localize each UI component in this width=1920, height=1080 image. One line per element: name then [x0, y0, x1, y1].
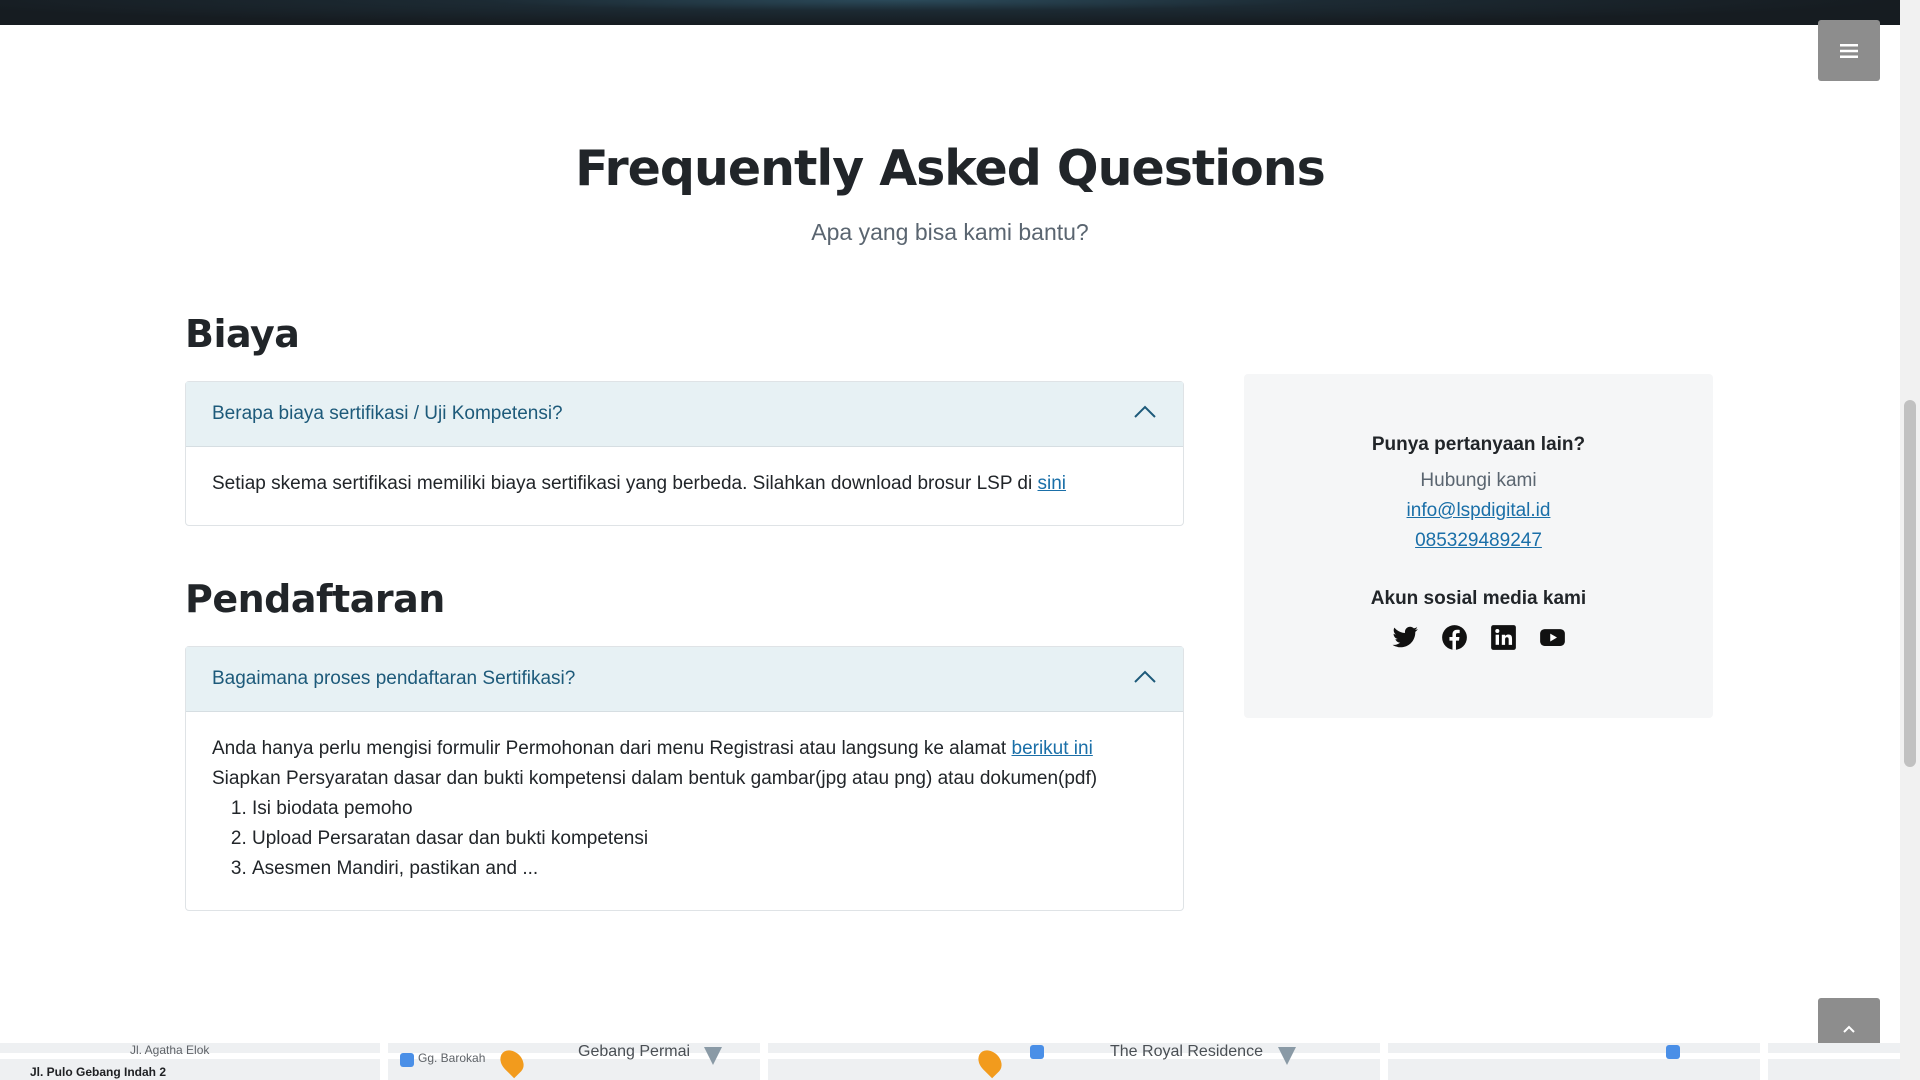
- youtube-icon[interactable]: [1539, 624, 1566, 651]
- section-title-pendaftaran: Pendaftaran: [185, 577, 445, 621]
- map-label: The Royal Residence: [1110, 1043, 1263, 1060]
- faq-accordion-pendaftaran: Bagaimana proses pendaftaran Sertifikasi…: [185, 646, 1184, 911]
- faq-answer-line: Siapkan Persyaratan dasar dan bukti komp…: [212, 768, 1098, 789]
- list-item: Asesmen Mandiri, pastikan and ...: [252, 854, 1157, 884]
- list-item: Isi biodata pemoho: [252, 794, 1157, 824]
- facebook-icon[interactable]: [1441, 624, 1468, 651]
- social-title: Akun sosial media kami: [1370, 588, 1587, 609]
- menu-toggle-button[interactable]: [1818, 20, 1880, 81]
- faq-answer: Setiap skema sertifikasi memiliki biaya …: [186, 447, 1183, 525]
- faq-question-text: Berapa biaya sertifikasi / Uji Kompetens…: [212, 403, 563, 424]
- contact-card: Punya pertanyaan lain? Hubungi kami info…: [1244, 374, 1713, 718]
- contact-subtitle: Hubungi kami: [1420, 470, 1537, 491]
- bus-stop-icon: [400, 1053, 414, 1067]
- contact-email-link[interactable]: info@lspdigital.id: [1244, 500, 1713, 522]
- list-item: Upload Persaratan dasar dan bukti kompet…: [252, 824, 1157, 854]
- restaurant-pin-icon: [495, 1045, 529, 1079]
- map-label: Jl. Pulo Gebang Indah 2: [30, 1065, 167, 1079]
- brochure-download-link[interactable]: sini: [1038, 473, 1067, 494]
- scrollbar-thumb[interactable]: [1904, 400, 1916, 767]
- hamburger-icon: [1840, 43, 1858, 58]
- faq-answer: Anda hanya perlu mengisi formulir Permoh…: [186, 712, 1183, 910]
- faq-answer-line: Anda hanya perlu mengisi formulir Permoh…: [212, 738, 1012, 759]
- faq-question-toggle[interactable]: Berapa biaya sertifikasi / Uji Kompetens…: [186, 382, 1183, 447]
- place-pin-icon: [1030, 1045, 1044, 1059]
- chevron-up-icon: [1843, 1025, 1855, 1033]
- faq-accordion-biaya: Berapa biaya sertifikasi / Uji Kompetens…: [185, 381, 1184, 526]
- page-subtitle: Apa yang bisa kami bantu?: [811, 219, 1089, 245]
- linkedin-icon[interactable]: [1490, 624, 1517, 651]
- restaurant-pin-icon: [973, 1045, 1007, 1079]
- map-label: Jl. Agatha Elok: [130, 1043, 210, 1057]
- registration-link[interactable]: berikut ini: [1012, 738, 1093, 759]
- twitter-icon[interactable]: [1392, 624, 1419, 651]
- contact-title: Punya pertanyaan lain?: [1371, 434, 1586, 455]
- section-title-biaya: Biaya: [185, 312, 300, 356]
- faq-question-text: Bagaimana proses pendaftaran Sertifikasi…: [212, 668, 576, 689]
- faq-question-toggle[interactable]: Bagaimana proses pendaftaran Sertifikasi…: [186, 647, 1183, 712]
- social-links: [1244, 624, 1713, 651]
- chevron-up-icon: [1133, 670, 1157, 689]
- page-title: Frequently Asked Questions: [575, 140, 1326, 197]
- page-scrollbar[interactable]: [1900, 0, 1920, 1080]
- faq-answer-text: Setiap skema sertifikasi memiliki biaya …: [212, 473, 1038, 494]
- location-map[interactable]: Jl. Agatha Elok Gg. Barokah Gebang Perma…: [0, 1043, 1900, 1080]
- chevron-up-icon: [1133, 405, 1157, 424]
- contact-phone-link[interactable]: 085329489247: [1244, 530, 1713, 552]
- map-label: Gg. Barokah: [418, 1051, 486, 1065]
- map-label: Gebang Permai: [578, 1043, 691, 1060]
- place-pin-icon: [1666, 1045, 1680, 1059]
- header-banner-strip: [0, 0, 1900, 25]
- steps-list: Isi biodata pemoho Upload Persaratan das…: [212, 794, 1157, 884]
